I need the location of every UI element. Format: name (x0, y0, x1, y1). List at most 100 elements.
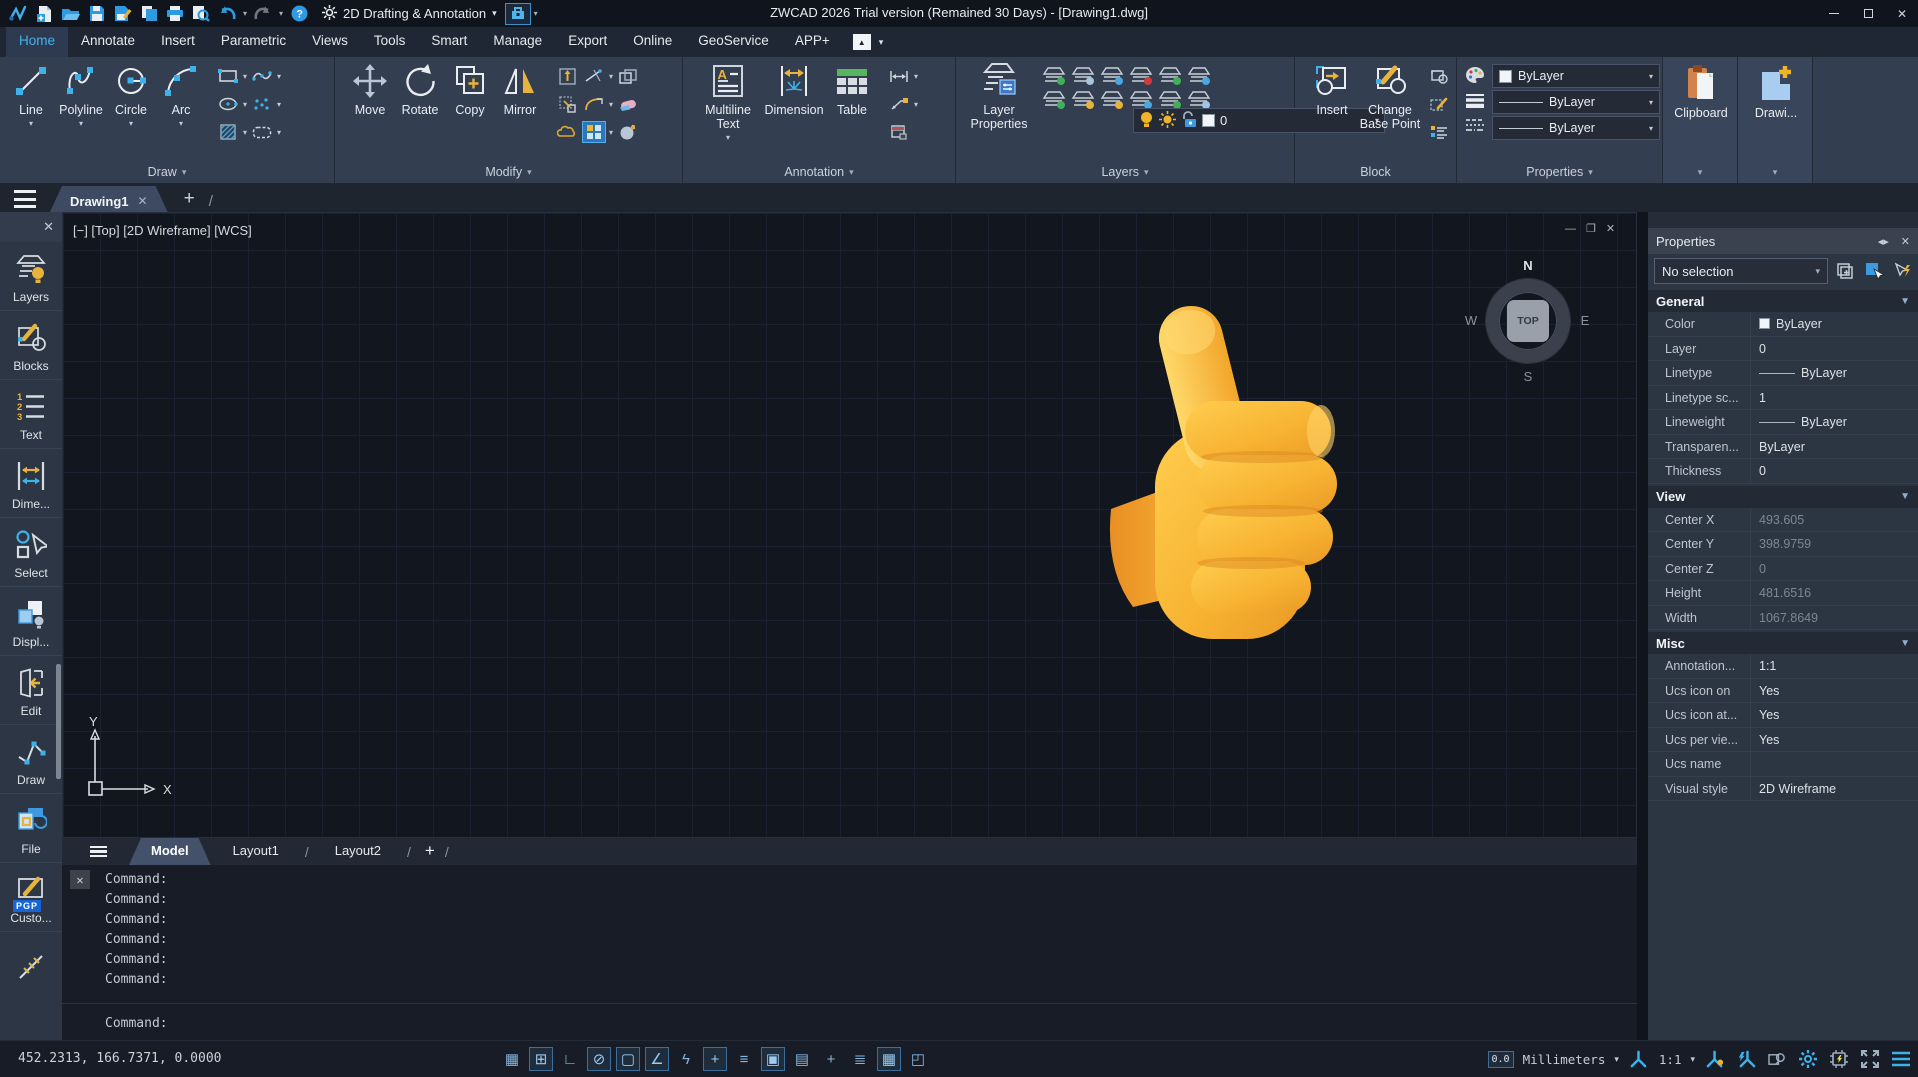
color-palette-icon[interactable] (1463, 64, 1487, 86)
property-value[interactable]: ByLayer (1751, 312, 1918, 336)
open-file-button[interactable] (59, 2, 83, 25)
minimize-button[interactable] (1826, 6, 1842, 22)
annotation-panel-footer[interactable]: Annotation▾ (683, 161, 955, 183)
status-toggle-dynamic-input[interactable]: ϟ (674, 1047, 698, 1071)
ribbon-layer-on-icon[interactable] (1069, 88, 1097, 111)
property-value[interactable]: 1 (1751, 386, 1918, 410)
hatch-caret-icon[interactable]: ▾ (243, 128, 247, 137)
new-document-tab-button[interactable]: + (184, 188, 195, 210)
ribbon-collapse-icon[interactable]: ▲ (853, 34, 871, 50)
drawing-panel-footer[interactable]: ▾ (1738, 161, 1812, 183)
fillet-caret-icon[interactable]: ▾ (609, 100, 613, 109)
spline-caret-icon[interactable]: ▾ (277, 72, 281, 81)
compass-south[interactable]: S (1520, 369, 1536, 384)
ribbon-layer-walk-icon[interactable] (1040, 88, 1068, 111)
circle-button[interactable]: Circle ▾ (107, 60, 155, 161)
status-toggle-transparency[interactable]: ≡ (732, 1047, 756, 1071)
layer-properties-button[interactable]: Layer Properties (967, 60, 1031, 161)
ribbon-layer-make-current-icon[interactable] (1040, 64, 1068, 87)
maximize-button[interactable] (1860, 6, 1876, 22)
annotation-visibility-icon[interactable] (1704, 1048, 1726, 1070)
menu-tab-tools[interactable]: Tools (361, 27, 419, 57)
sidebar-item-file[interactable]: File (0, 794, 62, 863)
status-toggle-grid-display[interactable]: ▦ (500, 1047, 524, 1071)
annotation-scale-caret-icon[interactable]: ▾ (1690, 1054, 1695, 1065)
spline-tool-icon[interactable] (250, 65, 274, 87)
selection-preview-icon[interactable] (1766, 1048, 1788, 1070)
sidebar-item-dime[interactable]: Dime... (0, 449, 62, 518)
command-close-icon[interactable]: ✕ (70, 870, 90, 889)
toolbar-caret-icon[interactable]: ▾ (531, 9, 541, 18)
menu-tab-annotate[interactable]: Annotate (68, 27, 148, 57)
point-tool-icon[interactable] (250, 93, 274, 115)
menu-tab-insert[interactable]: Insert (148, 27, 208, 57)
lineweight-icon[interactable] (1463, 89, 1487, 111)
viewport-close-icon[interactable]: ✕ (1606, 222, 1615, 235)
hardware-acceleration-icon[interactable] (1828, 1048, 1850, 1070)
tab-layout2[interactable]: Layout2 (313, 838, 403, 865)
menu-tab-export[interactable]: Export (555, 27, 620, 57)
array-tool-icon[interactable] (582, 121, 606, 143)
status-toggle-snap-mode[interactable]: ⊞ (529, 1047, 553, 1071)
status-toggle-selection-cycling[interactable]: ▣ (761, 1047, 785, 1071)
sidebar-item-custo[interactable]: PGPCusto... (0, 863, 62, 932)
linear-dimension-caret-icon[interactable]: ▾ (914, 72, 918, 81)
compass-top-face[interactable]: TOP (1507, 300, 1549, 342)
hatch-tool-icon[interactable] (216, 121, 240, 143)
change-base-point-button[interactable]: Change Base Point (1358, 60, 1422, 161)
full-screen-icon[interactable] (1859, 1048, 1881, 1070)
annotation-scale-icon[interactable] (1628, 1048, 1650, 1070)
close-palette-icon[interactable]: ✕ (1901, 235, 1910, 248)
dimension-button[interactable]: Dimension (762, 60, 826, 161)
move-button[interactable]: Move (346, 60, 394, 161)
property-value[interactable]: 2D Wireframe (1751, 777, 1918, 801)
section-header-view[interactable]: View▼ (1648, 486, 1918, 508)
quick-select-icon[interactable] (1836, 261, 1856, 281)
menu-tab-parametric[interactable]: Parametric (208, 27, 299, 57)
trim-caret-icon[interactable]: ▾ (609, 72, 613, 81)
property-value[interactable]: 1067.8649 (1751, 606, 1918, 630)
trim-tool-icon[interactable] (582, 65, 606, 87)
status-toggle-annotation-visibility[interactable]: + (819, 1047, 843, 1071)
section-collapse-icon[interactable]: ▼ (1900, 296, 1910, 307)
mirror-button[interactable]: Mirror (496, 60, 544, 161)
menu-tab-manage[interactable]: Manage (480, 27, 555, 57)
annotation-autoscale-icon[interactable] (1735, 1048, 1757, 1070)
attribute-manager-tool-icon[interactable] (1427, 121, 1451, 143)
document-tab-drawing1[interactable]: Drawing1 ✕ (50, 186, 168, 212)
compass-east[interactable]: E (1577, 313, 1593, 328)
properties-palette-header[interactable]: Properties ◂▸ ✕ (1648, 228, 1918, 254)
property-value[interactable]: 398.9759 (1751, 532, 1918, 556)
scale-tool-icon[interactable] (555, 93, 579, 115)
revision-cloud-caret-icon[interactable]: ▾ (277, 128, 281, 137)
property-value[interactable]: 0 (1751, 557, 1918, 581)
workspace-switcher[interactable]: 2D Drafting & Annotation ▾ (322, 5, 497, 23)
redo-caret-icon[interactable]: ▾ (276, 9, 286, 18)
save-as-button[interactable] (111, 2, 135, 25)
property-value[interactable]: Yes (1751, 728, 1918, 752)
line-caret-icon[interactable]: ▾ (29, 119, 33, 128)
drawing-canvas[interactable]: [−] [Top] [2D Wireframe] [WCS] — ❐ ✕ N S… (62, 212, 1637, 838)
polyline-button[interactable]: Polyline ▾ (57, 60, 105, 161)
sidebar-item-draw[interactable]: Draw (0, 725, 62, 794)
viewport-restore-icon[interactable]: ❐ (1586, 222, 1596, 235)
toolbox-button[interactable] (505, 3, 531, 25)
toggle-pickadd-icon[interactable] (1892, 261, 1912, 281)
status-toggle-lineweight-display[interactable]: + (703, 1047, 727, 1071)
linear-dimension-tool-icon[interactable] (887, 65, 911, 87)
properties-panel-footer[interactable]: Properties▾ (1457, 161, 1662, 183)
property-value[interactable]: ByLayer (1751, 361, 1918, 385)
status-toggle-clean-screen[interactable]: ◰ (906, 1047, 930, 1071)
selection-filter-select[interactable]: No selection ▾ (1654, 258, 1828, 284)
erase-tool-icon[interactable] (616, 93, 640, 115)
property-value[interactable] (1751, 752, 1918, 776)
status-toggle-object-snap-tracking[interactable]: ∠ (645, 1047, 669, 1071)
close-tab-icon[interactable]: ✕ (138, 194, 148, 208)
clipboard-panel-footer[interactable]: ▾ (1663, 161, 1737, 183)
tab-model[interactable]: Model (129, 838, 211, 865)
sidebar-item-edit[interactable]: Edit (0, 656, 62, 725)
line-button[interactable]: Line ▾ (7, 60, 55, 161)
file-tabs-menu-icon[interactable] (14, 190, 36, 208)
revcloud-tool-icon[interactable] (555, 121, 579, 143)
tab-layout1[interactable]: Layout1 (211, 838, 301, 865)
